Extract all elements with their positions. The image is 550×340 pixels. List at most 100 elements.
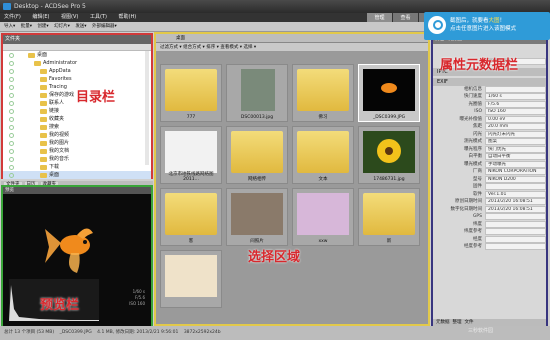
exif-value[interactable]: 快门优先 [485,145,546,153]
thumbnail-tile[interactable]: 17486731.jpg [358,126,420,184]
exif-key: ISO [474,109,482,114]
exif-row: 厂商 NIKON CORPORATION [433,168,546,176]
thumbnail-tile[interactable]: DSC00013.jpg [226,64,288,122]
menu-help[interactable]: 帮助(H) [119,14,137,20]
exif-row: 固件 [433,183,546,191]
tree-item[interactable]: Favorites [3,75,151,83]
tree-item[interactable]: 搜索 [3,123,151,131]
exif-value[interactable]: NIKON D200 [485,175,546,183]
exif-value[interactable] [485,213,546,220]
exif-row: 经度参考 [433,243,546,251]
exif-value[interactable]: 2013/2/20 16:08:51 [485,205,546,213]
exif-value[interactable] [485,235,546,243]
banner-line2: 点击任意图片进入该图模式 [450,26,517,32]
folder-icon [297,131,349,173]
exif-value[interactable]: 图案 [485,138,546,145]
exif-value[interactable] [485,183,546,190]
tab-organize[interactable]: 整理 [453,320,462,325]
tree-item[interactable]: AppData [3,67,151,75]
folder-icon [165,193,217,235]
status-dims: 3872x2592x24b [183,330,221,335]
file-browser: 桌面 过滤方式 ▾ 组合方式 ▾ 排序 ▾ 查看模式 ▾ 选择 ▾ 777 DS… [154,32,430,326]
slideshow-button[interactable]: 幻灯片▾ [54,24,70,29]
tree-item[interactable]: 下载 [3,163,151,171]
exif-key: 闪光 [473,131,482,137]
exif-value[interactable]: 0.00 eV [485,115,546,123]
exif-row: 原创日期时间 2013/2/20 16:08:51 [433,198,546,206]
browser-toolbar[interactable]: 过滤方式 ▾ 组合方式 ▾ 排序 ▾ 查看模式 ▾ 选择 ▾ [156,43,428,52]
thumbnail-tile[interactable]: 佛习 [292,64,354,122]
exif-value[interactable]: 闪光灯未闪光 [485,130,546,138]
window-title: Desktop - ACDSee Pro 5 [14,3,86,10]
exif-key: 经度 [473,236,482,242]
exif-value[interactable]: 20.0 mm [485,123,546,130]
exif-value[interactable] [485,228,546,235]
thumbnail-tile[interactable]: 网络相传 [226,126,288,184]
exif-row: 相机信息 [433,85,546,94]
tree-item[interactable]: 我的音乐 [3,155,151,163]
exif-key: 相机信息 [464,86,482,92]
tree-item-selected[interactable]: 桌面 [3,171,151,179]
menu-edit[interactable]: 编辑(E) [32,14,49,20]
tree-item[interactable]: 我的文档 [3,147,151,155]
folder-icon [297,69,349,111]
send-button[interactable]: 发送▾ [75,24,86,29]
sunflower-thumbnail [363,131,415,173]
thumbnail-tile[interactable] [160,250,222,308]
tree-item[interactable]: 桌面 [3,51,151,59]
thumbnail-tile[interactable]: 777 [160,64,222,122]
browser-path[interactable]: 桌面 [156,34,428,43]
exif-value[interactable] [485,220,546,228]
exif-row: 经度 [433,235,546,244]
batch-button[interactable]: 批量▾ [21,24,32,29]
thumbnail-tile[interactable]: 间照片 [226,188,288,246]
thumbnail-tile[interactable]: xxw [292,188,354,246]
exif-row: 焦距 20.0 mm [433,123,546,131]
annotation-tree: 目录栏 [76,90,116,105]
exif-value[interactable]: 2013/2/20 16:08:51 [485,198,546,205]
thumbnail-tile[interactable]: 文本 [292,126,354,184]
thumbnail-tile-selected[interactable]: _DSC0399.JPG [358,64,420,122]
tree-item[interactable]: 收藏夹 [3,115,151,123]
tab-metadata[interactable]: 元数据 [436,320,450,325]
exif-row: 闪光 闪光灯未闪光 [433,130,546,139]
tree-item[interactable]: Administrator [3,59,151,67]
tab-file[interactable]: 文件 [465,320,474,325]
exif-value[interactable]: ISO 160 [485,108,546,115]
exif-key: 厂商 [473,169,482,174]
folder-icon [231,131,283,173]
exif-row: 光圈值 F/5.6 [433,100,546,109]
tree-item[interactable]: 我的视频 [3,131,151,139]
exif-row: 测光模式 图案 [433,138,546,146]
tree-item[interactable]: 我的图片 [3,139,151,147]
exif-row: 纬度 [433,220,546,229]
exif-section[interactable]: EXIF [433,77,546,86]
menu-tools[interactable]: 工具(T) [90,14,107,20]
exif-row: GPS [433,213,546,221]
main-toolbar: 导入▾ 批量▾ 创建▾ 幻灯片▾ 发送▾ 外部编辑器▾ [0,22,430,32]
external-editor-button[interactable]: 外部编辑器▾ [92,24,117,29]
menu-view[interactable]: 视图(V) [61,14,78,20]
right-panel: 属性 - 元数据 元数据视图 IPTC EXIF 相机信息快门速度1/60 s光… [430,32,550,330]
exif-value[interactable] [485,85,546,93]
thumbnail-tile[interactable]: 北京市地铁线路网络图2011... [160,126,222,184]
tree-scrollbar[interactable] [145,51,149,165]
tree-item[interactable]: 链接 [3,107,151,115]
exif-value[interactable]: F/5.6 [485,100,546,108]
exif-value[interactable]: 1/60 s [485,93,546,100]
thumbnail-tile[interactable]: 客 [160,188,222,246]
exif-value[interactable]: NIKON CORPORATION [485,168,546,175]
exif-key: 原创日期时间 [455,199,482,204]
import-button[interactable]: 导入▾ [4,24,15,29]
create-button[interactable]: 创建▾ [37,24,48,29]
exif-value[interactable]: 自动白平衡 [485,153,546,160]
exif-value[interactable]: Ver.1.01 [485,190,546,198]
properties-panel: 属性 - 元数据 元数据视图 IPTC EXIF 相机信息快门速度1/60 s光… [431,34,548,330]
exif-value[interactable]: 手动曝光 [485,160,546,168]
tip-banner[interactable]: 截图后，就要看大图！ 点击任意图片进入该图模式 [424,12,550,40]
photo-thumbnail [231,193,283,235]
thumbnail-tile[interactable]: 新 [358,188,420,246]
exif-value[interactable] [485,243,546,250]
photo-thumbnail [165,255,217,297]
menu-file[interactable]: 文件(F) [4,14,21,20]
